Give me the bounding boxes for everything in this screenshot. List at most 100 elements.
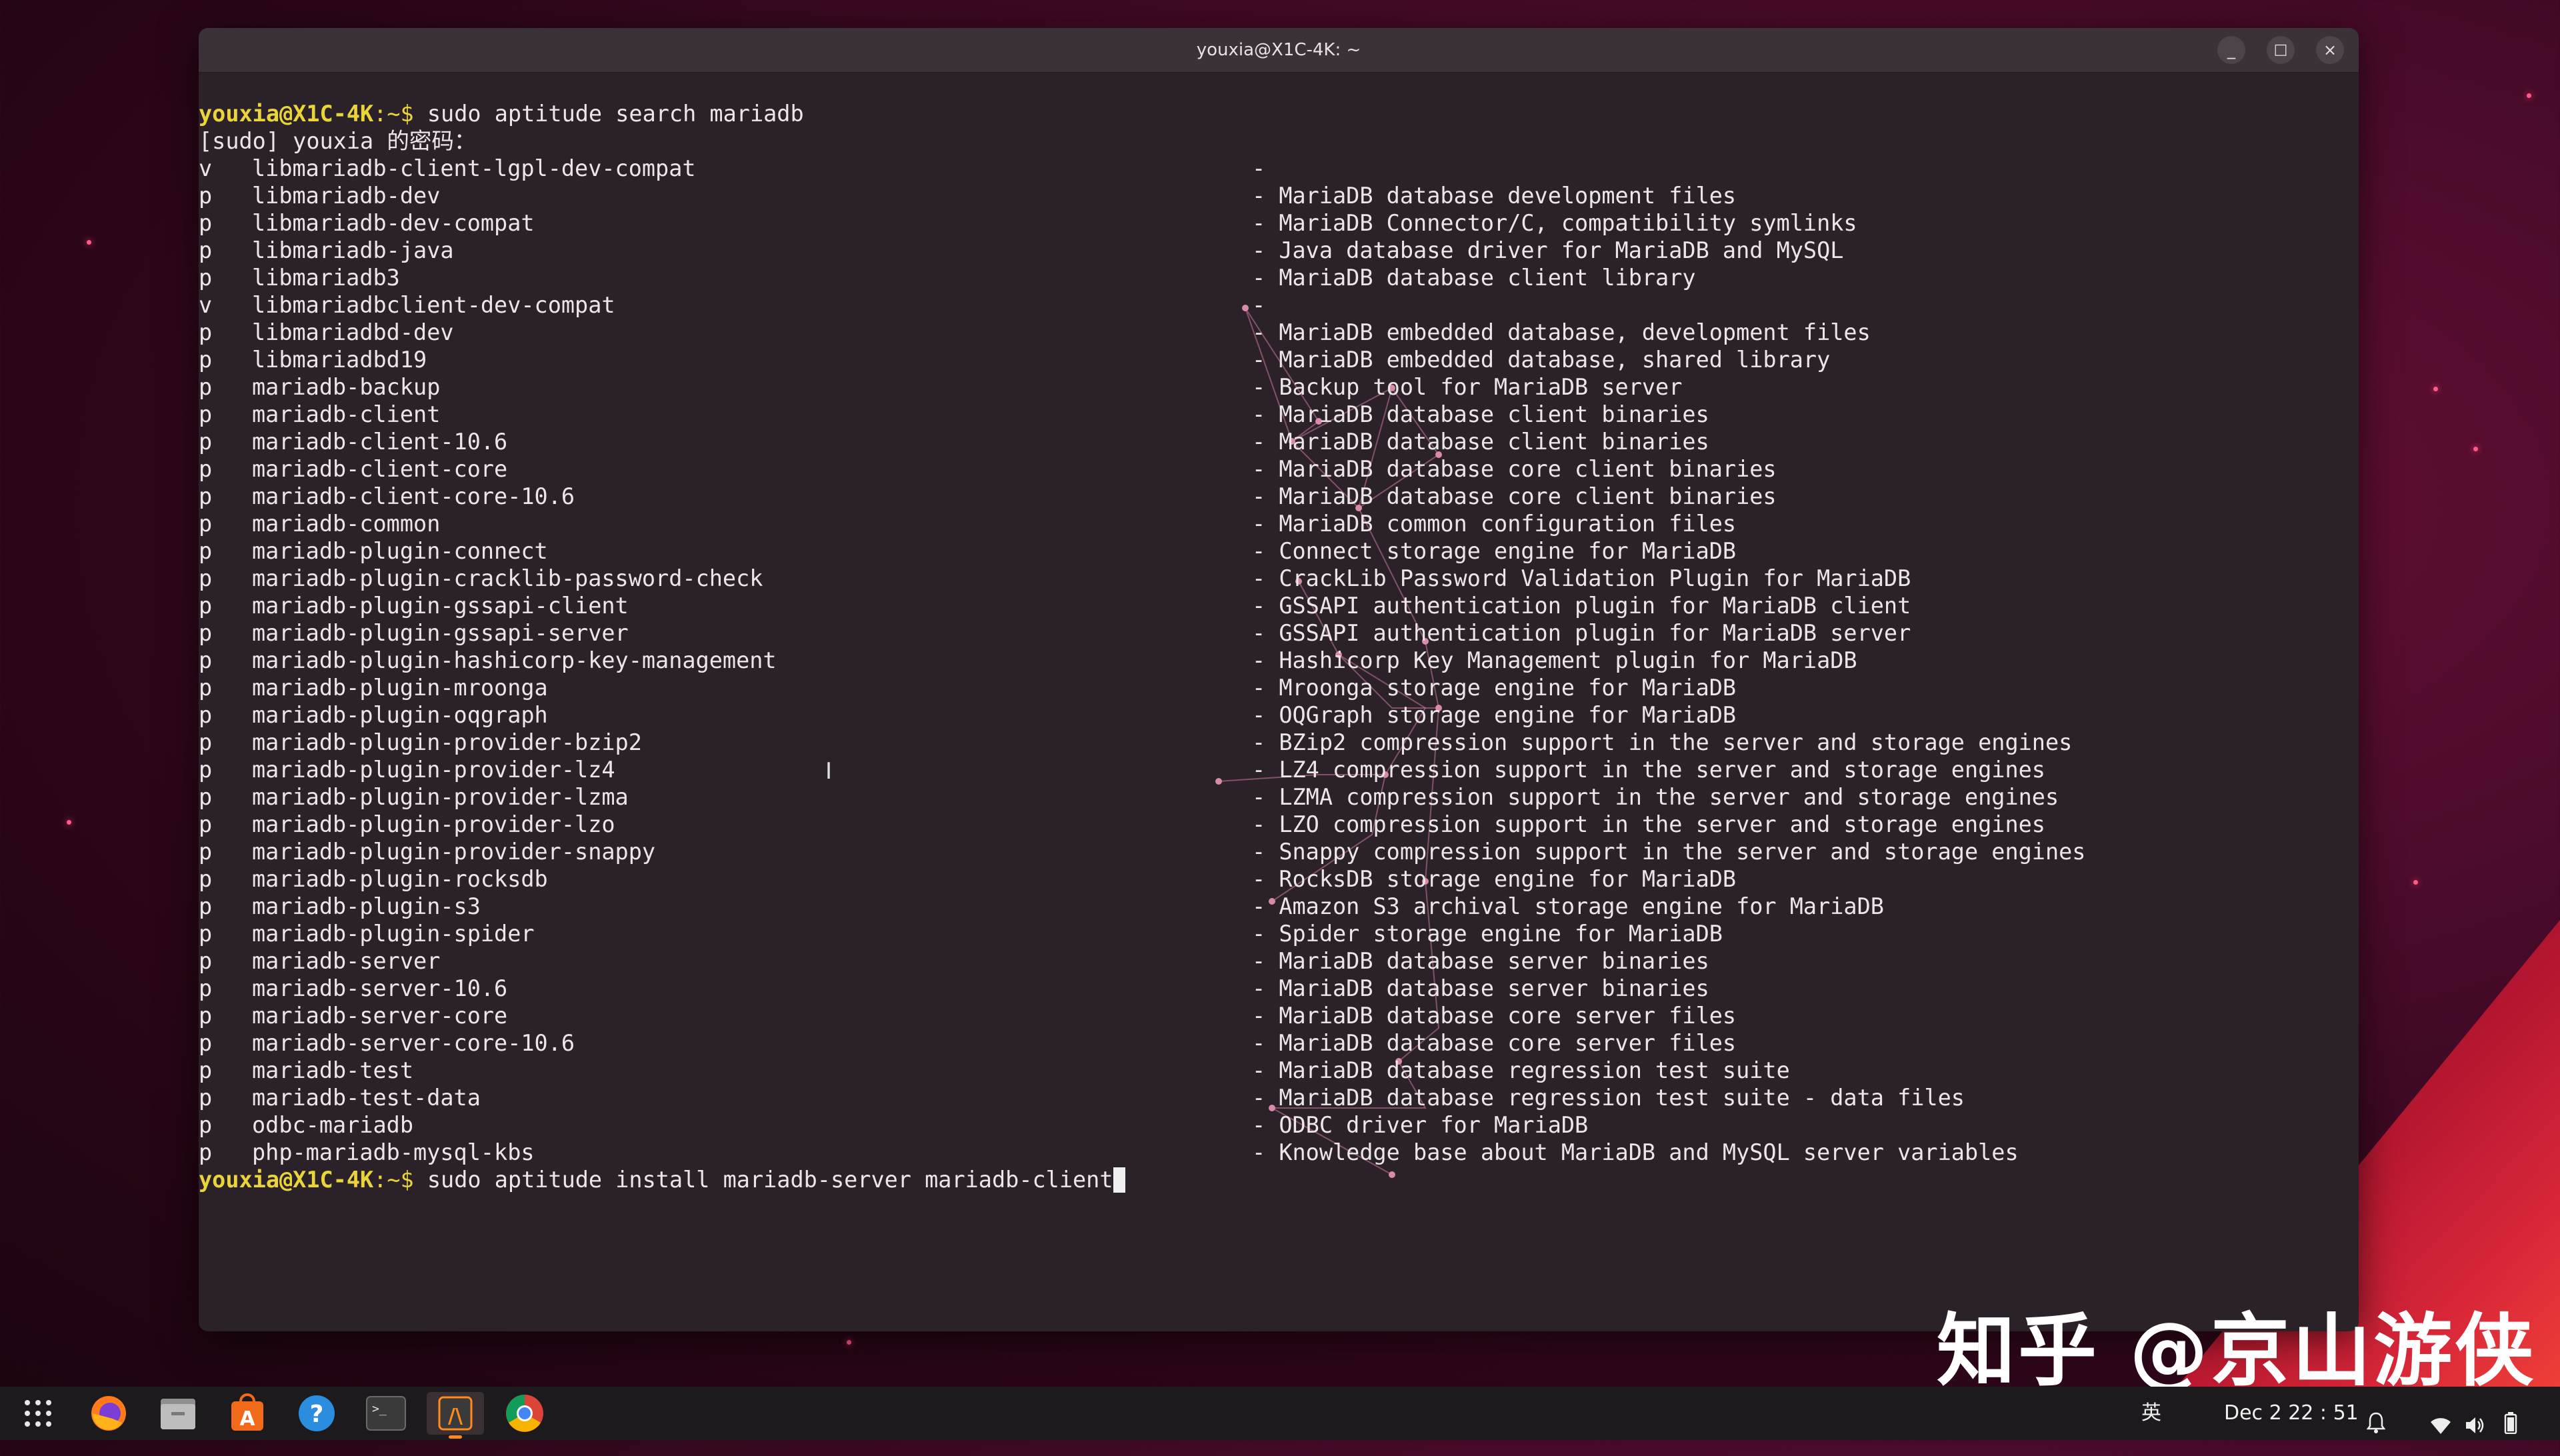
- package-row: p mariadb-plugin-provider-lz4 - LZ4 compre…: [199, 756, 2359, 783]
- package-name: libmariadbclient-dev-compat: [252, 292, 615, 318]
- package-description: - MariaDB database server binaries: [1252, 975, 1709, 1001]
- terminal-icon[interactable]: >_: [363, 1392, 409, 1435]
- package-state: p: [199, 866, 213, 892]
- package-description: - Spider storage engine for MariaDB: [1252, 921, 1723, 947]
- package-name: libmariadbd-dev: [252, 319, 454, 345]
- package-row: p mariadb-server - MariaDB database server…: [199, 947, 2359, 975]
- package-name: mariadb-plugin-s3: [252, 893, 481, 919]
- package-name: mariadb-backup: [252, 374, 441, 400]
- package-state: p: [199, 483, 213, 509]
- package-description: - MariaDB database core server files: [1252, 1003, 1737, 1029]
- package-state: p: [199, 1003, 213, 1029]
- package-state: p: [199, 593, 213, 619]
- software-store-icon[interactable]: A: [224, 1392, 271, 1435]
- package-description: - MariaDB database core client binaries: [1252, 483, 1777, 509]
- package-row: p php-mariadb-mysql-kbs - Knowledge base a…: [199, 1139, 2359, 1166]
- wallpaper-star: [2473, 447, 2478, 451]
- text-cursor: [1113, 1167, 1125, 1193]
- help-icon[interactable]: ?: [293, 1392, 340, 1435]
- chrome-icon[interactable]: [501, 1392, 548, 1435]
- package-description: - Backup tool for MariaDB server: [1252, 374, 1683, 400]
- svg-text:A: A: [239, 1407, 255, 1431]
- package-state: p: [199, 374, 213, 400]
- wifi-icon[interactable]: [2429, 1403, 2452, 1434]
- package-name: mariadb-plugin-spider: [252, 921, 535, 947]
- package-description: -: [1252, 155, 1266, 181]
- wallpaper-star: [67, 820, 71, 825]
- terminal-window[interactable]: youxia@X1C-4K: ~ _ □ × youxia@X1C-4K:~$ …: [199, 28, 2359, 1331]
- package-name: mariadb-plugin-gssapi-client: [252, 593, 629, 619]
- prompt-suffix: :~$: [373, 1167, 427, 1193]
- package-description: - MariaDB database regression test suite…: [1252, 1085, 1965, 1111]
- package-state: p: [199, 1085, 213, 1111]
- wallpaper-star: [847, 1340, 851, 1345]
- prompt-suffix: :~$: [373, 101, 427, 127]
- package-state: p: [199, 702, 213, 728]
- files-icon[interactable]: [155, 1392, 201, 1435]
- prompt-user: youxia@X1C-4K: [199, 101, 374, 127]
- wallpaper-star: [2433, 387, 2438, 391]
- svg-text:?: ?: [310, 1401, 324, 1428]
- package-row: v libmariadb-client-lgpl-dev-compat -: [199, 155, 2359, 182]
- package-state: p: [199, 647, 213, 673]
- package-state: p: [199, 429, 213, 455]
- package-row: p mariadb-common - MariaDB common configur…: [199, 510, 2359, 537]
- prompt-user: youxia@X1C-4K: [199, 1167, 374, 1193]
- package-description: - LZO compression support in the server …: [1252, 811, 2045, 837]
- package-description: - LZMA compression support in the server…: [1252, 784, 2059, 810]
- package-state: p: [199, 729, 213, 755]
- maximize-button[interactable]: □: [2267, 36, 2295, 64]
- clock[interactable]: Dec 2 22 : 51: [2224, 1387, 2359, 1440]
- package-row: p libmariadbd-dev - MariaDB embedded datab…: [199, 319, 2359, 346]
- package-name: mariadb-plugin-provider-bzip2: [252, 729, 642, 755]
- firefox-icon[interactable]: [85, 1392, 132, 1435]
- package-row: p mariadb-test - MariaDB database regressi…: [199, 1057, 2359, 1084]
- notification-icon[interactable]: [2366, 1401, 2386, 1433]
- package-state: p: [199, 265, 213, 291]
- package-state: p: [199, 975, 213, 1001]
- package-state: p: [199, 839, 213, 865]
- minimize-button[interactable]: _: [2217, 36, 2245, 64]
- package-description: - MariaDB common configuration files: [1252, 511, 1737, 537]
- package-name: libmariadb-client-lgpl-dev-compat: [252, 155, 696, 181]
- titlebar[interactable]: youxia@X1C-4K: ~ _ □ ×: [199, 28, 2359, 73]
- package-state: p: [199, 811, 213, 837]
- package-name: libmariadb-dev-compat: [252, 210, 535, 236]
- close-button[interactable]: ×: [2316, 36, 2344, 64]
- package-row: p mariadb-server-core - MariaDB database c…: [199, 1002, 2359, 1029]
- package-state: p: [199, 183, 213, 209]
- package-row: p mariadb-plugin-oqgraph - OQGraph storage…: [199, 701, 2359, 729]
- package-description: - MariaDB database core client binaries: [1252, 456, 1777, 482]
- package-description: - GSSAPI authentication plugin for Maria…: [1252, 593, 1911, 619]
- terminal-output[interactable]: youxia@X1C-4K:~$ sudo aptitude search ma…: [199, 72, 2359, 1331]
- package-description: - MariaDB embedded database, shared libr…: [1252, 347, 1831, 373]
- input-method-indicator[interactable]: 英: [2141, 1387, 2161, 1440]
- package-row: p libmariadb3 - MariaDB database client li…: [199, 264, 2359, 291]
- package-name: mariadb-plugin-mroonga: [252, 675, 548, 701]
- package-name: mariadb-plugin-cracklib-password-check: [252, 565, 763, 591]
- package-row: p mariadb-server-10.6 - MariaDB database s…: [199, 975, 2359, 1002]
- package-state: p: [199, 456, 213, 482]
- package-row: p libmariadb-dev - MariaDB database develo…: [199, 182, 2359, 209]
- package-name: libmariadb-dev: [252, 183, 441, 209]
- battery-icon[interactable]: [2504, 1401, 2517, 1435]
- taskbar: A ? >_ /\ 英 Dec 2 22 : 51: [0, 1387, 2560, 1440]
- package-description: - Knowledge base about MariaDB and MySQL…: [1252, 1139, 2019, 1165]
- svg-text:/\: /\: [448, 1405, 463, 1428]
- package-row: p mariadb-plugin-hashicorp-key-management…: [199, 647, 2359, 674]
- package-description: - RocksDB storage engine for MariaDB: [1252, 866, 1737, 892]
- package-name: mariadb-plugin-provider-snappy: [252, 839, 656, 865]
- package-description: - MariaDB database client library: [1252, 265, 1696, 291]
- package-row: p mariadb-plugin-s3 - Amazon S3 archival s…: [199, 893, 2359, 920]
- sublime-icon[interactable]: /\: [427, 1392, 484, 1439]
- app-grid-icon[interactable]: [15, 1392, 61, 1435]
- package-state: p: [199, 237, 213, 263]
- package-row: p libmariadb-dev-compat - MariaDB Connecto…: [199, 209, 2359, 237]
- package-state: p: [199, 1057, 213, 1083]
- sudo-password-prompt: [sudo] youxia 的密码：: [199, 128, 477, 154]
- package-description: - MariaDB database client binaries: [1252, 401, 1709, 427]
- package-name: php-mariadb-mysql-kbs: [252, 1139, 535, 1165]
- package-state: v: [199, 155, 213, 181]
- volume-icon[interactable]: [2464, 1403, 2487, 1433]
- command-line-2[interactable]: youxia@X1C-4K:~$ sudo aptitude install m…: [199, 1166, 2359, 1193]
